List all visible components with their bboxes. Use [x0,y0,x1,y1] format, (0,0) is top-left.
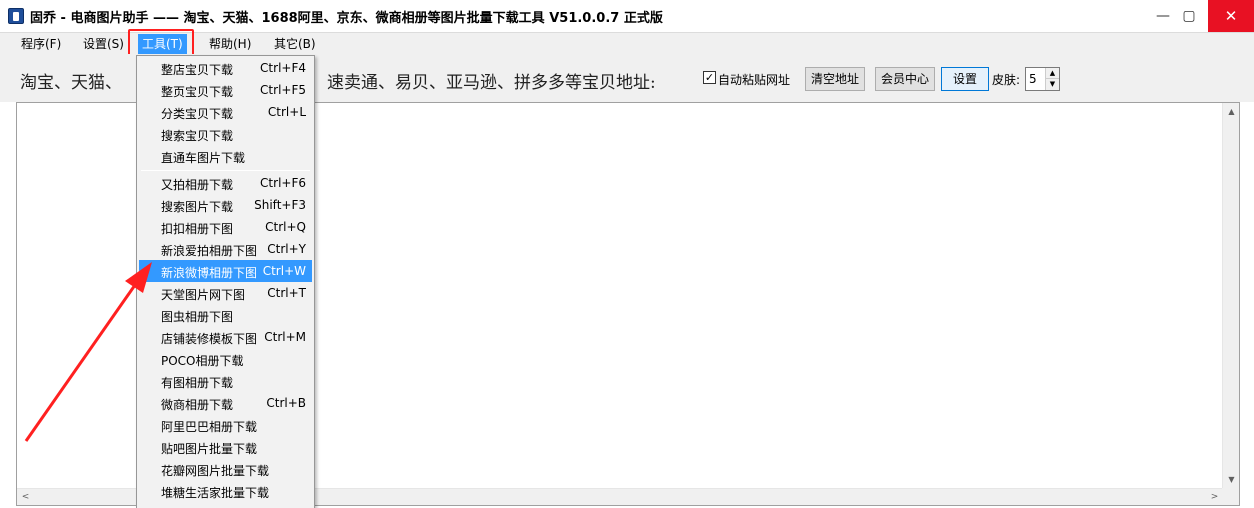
scroll-up-icon[interactable]: ▲ [1223,103,1240,120]
menu-item-shop-template[interactable]: 店铺装修模板下图 Ctrl+M [139,326,312,348]
title-bar: 固乔 - 电商图片助手 —— 淘宝、天猫、1688阿里、京东、微商相册等图片批量… [0,0,1254,32]
spin-up-icon[interactable]: ▲ [1045,68,1059,79]
scroll-corner [1222,488,1239,505]
tools-dropdown-menu: 整店宝贝下载 Ctrl+F4 整页宝贝下载 Ctrl+F5 分类宝贝下载 Ctr… [136,55,315,508]
menu-item-huaban-images[interactable]: 花瓣网图片批量下载 [139,458,312,480]
close-button[interactable]: ✕ [1208,0,1254,32]
annotation-highlight-box [128,29,194,57]
window-title: 固乔 - 电商图片助手 —— 淘宝、天猫、1688阿里、京东、微商相册等图片批量… [30,10,663,26]
menu-item-weishang-album[interactable]: 微商相册下载 Ctrl+B [139,392,312,414]
skin-label: 皮肤: [992,73,1021,87]
spin-down-icon[interactable]: ▼ [1045,79,1059,90]
menu-item-tieba-images[interactable]: 贴吧图片批量下载 [139,436,312,458]
scroll-right-icon[interactable]: > [1206,489,1223,506]
menu-item-qq-album[interactable]: 扣扣相册下图 Ctrl+Q [139,216,312,238]
skin-stepper[interactable]: 5 ▲ ▼ [1025,67,1060,91]
menu-item-alibaba-album[interactable]: 阿里巴巴相册下载 [139,414,312,436]
settings-button[interactable]: 设置 [941,67,989,91]
clear-address-button[interactable]: 清空地址 [805,67,865,91]
vertical-scrollbar[interactable]: ▲ ▼ [1222,103,1239,488]
scroll-left-icon[interactable]: < [17,489,34,506]
scroll-down-icon[interactable]: ▼ [1223,471,1240,488]
menu-item-youpai-album[interactable]: 又拍相册下载 Ctrl+F6 [139,172,312,194]
menu-item-ad-image-download[interactable]: 直通车图片下载 [139,145,312,167]
menu-separator [141,170,310,171]
menu-item-youtu-album[interactable]: 有图相册下载 [139,370,312,392]
minimize-button[interactable]: — [1150,0,1176,32]
menu-item-search-product-download[interactable]: 搜索宝贝下载 [139,123,312,145]
menu-item-shop-download[interactable]: 整店宝贝下载 Ctrl+F4 [139,57,312,79]
maximize-button[interactable]: ▢ [1176,0,1202,32]
skin-value[interactable]: 5 [1029,72,1037,86]
menu-item-duitang-images[interactable]: 堆糖生活家批量下载 [139,480,312,502]
menu-item-category-download[interactable]: 分类宝贝下载 Ctrl+L [139,101,312,123]
menu-item-search-image-download[interactable]: 搜索图片下载 Shift+F3 [139,194,312,216]
auto-paste-checkbox[interactable]: ✓ [703,71,716,84]
menu-item-sina-weibo-album[interactable]: 新浪微博相册下图 Ctrl+W [139,260,312,282]
member-center-button[interactable]: 会员中心 [875,67,935,91]
window-controls: — ▢ ✕ [1150,0,1254,32]
auto-paste-label[interactable]: 自动粘贴网址 [718,71,790,88]
menu-item-page-download[interactable]: 整页宝贝下载 Ctrl+F5 [139,79,312,101]
menu-item-tiantang-image[interactable]: 天堂图片网下图 Ctrl+T [139,282,312,304]
menu-item-sina-aipai-album[interactable]: 新浪爱拍相册下图 Ctrl+Y [139,238,312,260]
menu-help[interactable]: 帮助(H) [205,34,255,54]
url-label-right: 速卖通、易贝、亚马逊、拼多多等宝贝地址: [327,73,656,93]
menu-settings[interactable]: 设置(S) [79,34,128,54]
menu-item-poco-album[interactable]: POCO相册下载 [139,348,312,370]
app-icon [8,8,24,24]
menu-other[interactable]: 其它(B) [270,34,320,54]
url-label-left: 淘宝、天猫、 [20,73,122,93]
menu-program[interactable]: 程序(F) [17,34,65,54]
menu-item-tuchong-album[interactable]: 图虫相册下图 [139,304,312,326]
